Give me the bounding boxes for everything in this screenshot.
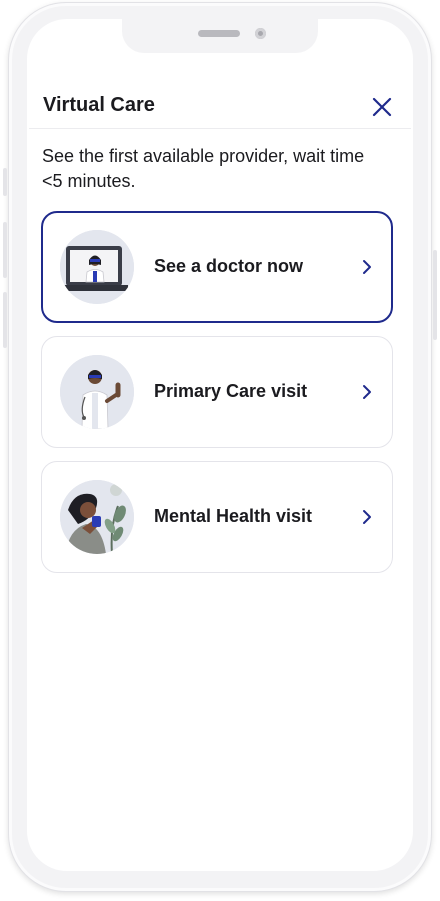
chevron-right-icon bbox=[363, 385, 371, 399]
page-title: Virtual Care bbox=[43, 94, 155, 116]
phone-side-button bbox=[3, 222, 7, 278]
phone-side-button bbox=[433, 250, 437, 340]
phone-camera bbox=[255, 28, 266, 39]
phone-side-button bbox=[3, 292, 7, 348]
chevron-right-icon bbox=[363, 510, 371, 524]
option-mental-health-visit[interactable]: Mental Health visit bbox=[41, 461, 393, 573]
modal-header: Virtual Care bbox=[29, 82, 411, 129]
subtitle-text: See the first available provider, wait t… bbox=[42, 146, 365, 191]
option-primary-care-visit[interactable]: Primary Care visit bbox=[41, 336, 393, 448]
doctor-on-screen-illustration bbox=[60, 230, 134, 304]
option-label: Primary Care visit bbox=[154, 381, 308, 401]
chevron-right-icon bbox=[363, 260, 371, 274]
doctor-waving-illustration bbox=[60, 355, 134, 429]
close-button[interactable] bbox=[369, 94, 395, 120]
person-with-plant-illustration bbox=[60, 480, 134, 554]
option-label: Mental Health visit bbox=[154, 506, 313, 526]
phone-speaker bbox=[198, 30, 240, 37]
close-icon bbox=[372, 97, 392, 117]
option-see-doctor-now[interactable]: See a doctor now bbox=[41, 211, 393, 323]
phone-side-button bbox=[3, 168, 7, 196]
option-label: See a doctor now bbox=[154, 256, 304, 276]
